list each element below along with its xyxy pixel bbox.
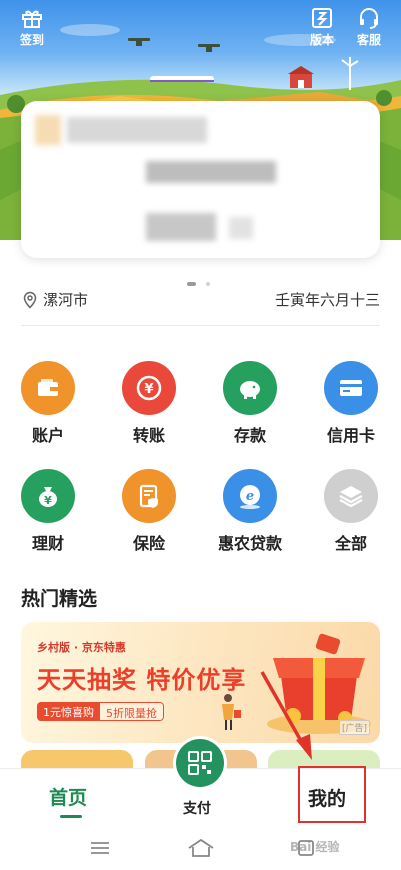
section-title: 热门精选 bbox=[21, 588, 98, 610]
tab-pay-button[interactable] bbox=[173, 736, 227, 790]
qr-code-icon bbox=[176, 739, 224, 787]
grid-item-agri-loan[interactable]: e 惠农贷款 bbox=[210, 469, 290, 554]
location-pin-icon bbox=[23, 291, 37, 309]
grid-label: 惠农贷款 bbox=[217, 534, 282, 553]
loan-icon: e bbox=[223, 469, 277, 523]
customer-service-button[interactable]: 客服 bbox=[345, 6, 393, 48]
masked-eye-toggle[interactable] bbox=[229, 217, 253, 239]
grid-item-deposit[interactable]: 存款 bbox=[210, 361, 290, 446]
ad-slogan: 天天抽奖 特价优享 bbox=[37, 666, 247, 694]
gift-icon bbox=[22, 10, 42, 28]
home-icon[interactable] bbox=[187, 838, 215, 858]
ad-promo-right: 5折限量抢 bbox=[100, 702, 164, 721]
svg-text:¥: ¥ bbox=[44, 494, 52, 507]
grid-item-all[interactable]: 全部 bbox=[311, 469, 391, 554]
tab-pay[interactable]: 支付 bbox=[183, 798, 211, 818]
carousel-dot bbox=[206, 281, 211, 286]
ad-promo-left: 1元惊喜购 bbox=[37, 702, 100, 721]
grid-label: 账户 bbox=[31, 426, 64, 445]
carousel-dot-active bbox=[187, 281, 196, 286]
svg-text:e: e bbox=[246, 489, 254, 504]
version-button[interactable]: 版本 bbox=[298, 6, 346, 48]
location-row: 漯河市 壬寅年六月十三 bbox=[21, 289, 380, 311]
avatar bbox=[35, 115, 61, 145]
grid-item-insurance[interactable]: 保险 bbox=[109, 469, 189, 554]
grid-item-account[interactable]: 账户 bbox=[8, 361, 88, 446]
piggy-bank-icon bbox=[223, 361, 277, 415]
tab-home-indicator bbox=[60, 815, 82, 818]
version-icon bbox=[312, 8, 332, 28]
masked-balance-label bbox=[146, 161, 276, 183]
service-label: 客服 bbox=[356, 33, 381, 47]
grid-label: 全部 bbox=[334, 534, 367, 553]
insurance-icon bbox=[122, 469, 176, 523]
version-label: 版本 bbox=[309, 33, 334, 47]
shopper-illustration bbox=[222, 694, 241, 730]
ad-promo: 1元惊喜购 5折限量抢 bbox=[37, 702, 164, 721]
signin-label: 签到 bbox=[19, 33, 44, 47]
grid-label: 转账 bbox=[132, 426, 165, 445]
money-bag-icon: ¥ bbox=[21, 469, 75, 523]
credit-card-icon bbox=[324, 361, 378, 415]
divider bbox=[21, 325, 380, 326]
lunar-date: 壬寅年六月十三 bbox=[274, 291, 380, 309]
watermark: Bai 经验 bbox=[290, 840, 340, 854]
annotation-highlight-box bbox=[298, 766, 366, 823]
tab-home[interactable]: 首页 bbox=[49, 783, 87, 810]
ad-banner[interactable]: 乡村版 · 京东特惠 天天抽奖 特价优享 1元惊喜购 5折限量抢 [广告] bbox=[21, 622, 380, 743]
ad-brand: 乡村版 · 京东特惠 bbox=[37, 641, 126, 654]
menu-icon[interactable] bbox=[90, 840, 110, 856]
grid-item-credit-card[interactable]: 信用卡 bbox=[311, 361, 391, 446]
headset-icon bbox=[360, 8, 378, 29]
system-navigation-bar bbox=[0, 828, 401, 870]
city-name: 漯河市 bbox=[43, 291, 89, 309]
grid-label: 信用卡 bbox=[326, 426, 375, 445]
grid-label: 保险 bbox=[132, 534, 165, 553]
signin-button[interactable]: 签到 bbox=[8, 6, 56, 48]
grid-label: 存款 bbox=[233, 426, 266, 445]
layers-icon bbox=[324, 469, 378, 523]
masked-balance-value bbox=[146, 213, 216, 241]
ad-tag: [广告] bbox=[338, 720, 370, 735]
grid-item-transfer[interactable]: ¥ 转账 bbox=[109, 361, 189, 446]
city-selector[interactable]: 漯河市 bbox=[21, 289, 88, 310]
svg-text:¥: ¥ bbox=[144, 382, 153, 397]
grid-item-wealth[interactable]: ¥ 理财 bbox=[8, 469, 88, 554]
transfer-icon: ¥ bbox=[122, 361, 176, 415]
grid-label: 理财 bbox=[31, 534, 64, 553]
wallet-icon bbox=[21, 361, 75, 415]
masked-user-info bbox=[67, 117, 207, 143]
account-card[interactable] bbox=[21, 101, 380, 258]
